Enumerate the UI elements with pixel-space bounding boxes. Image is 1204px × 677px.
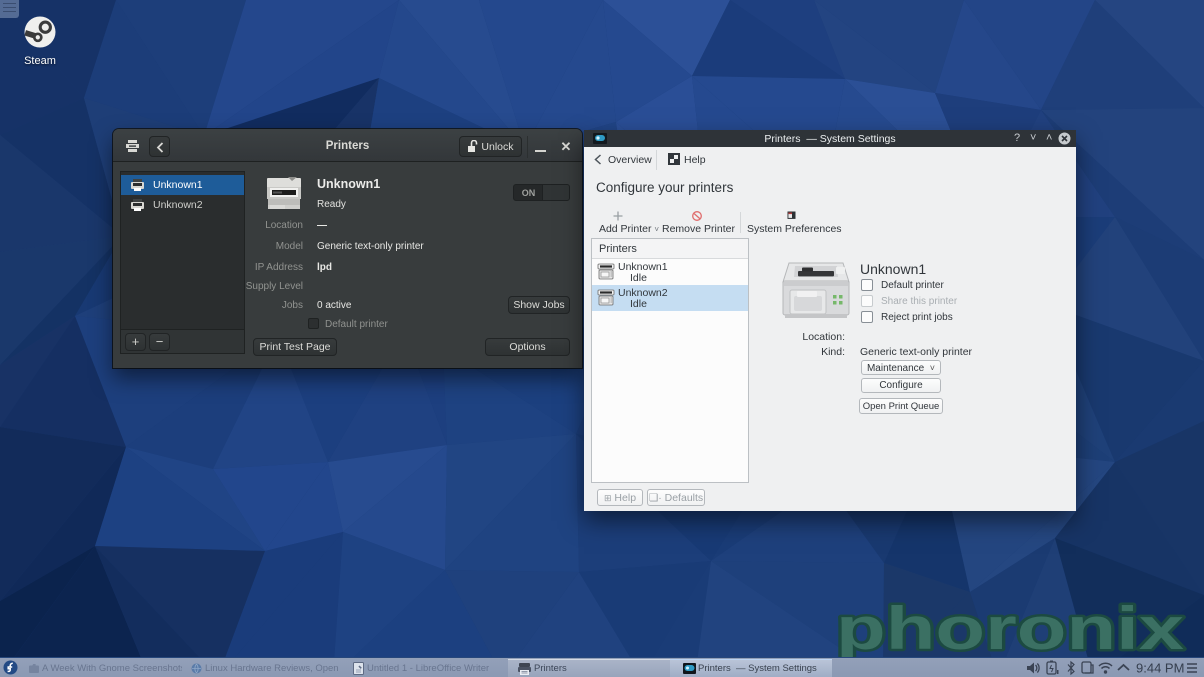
svg-text:9:44 PM: 9:44 PM — [1136, 661, 1184, 676]
svg-text:phoronix: phoronix — [836, 597, 1184, 662]
